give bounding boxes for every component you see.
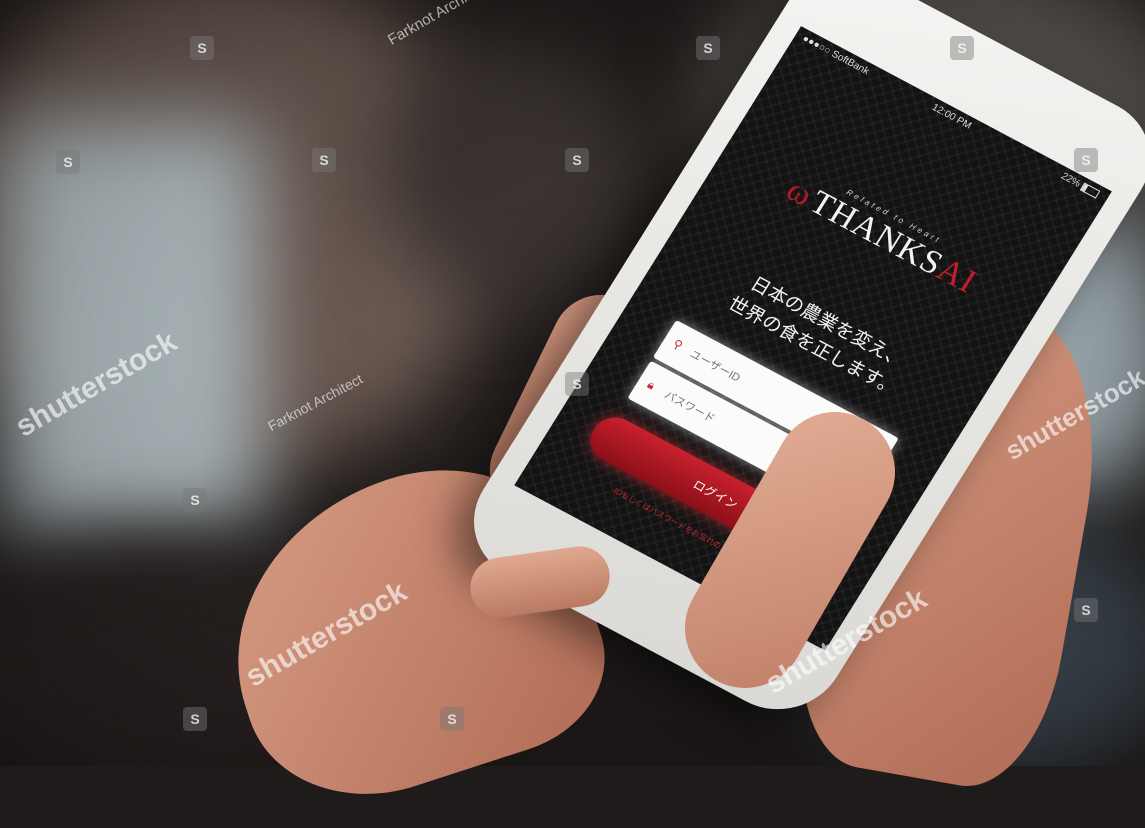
battery-percent: 22% (1058, 170, 1083, 190)
watermark-logo-icon: S (56, 150, 80, 174)
watermark-logo-icon: S (312, 148, 336, 172)
battery-indicator: 22% (1059, 171, 1101, 200)
watermark-logo-icon: S (950, 36, 974, 60)
watermark-logo-icon: S (1074, 148, 1098, 172)
watermark-logo-icon: S (696, 36, 720, 60)
logo-tagline: Related to Heart (844, 187, 944, 246)
watermark-logo-icon: S (1074, 598, 1098, 622)
watermark-logo-icon: S (183, 488, 207, 512)
watermark-logo-icon: S (183, 707, 207, 731)
watermark-logo-icon: S (190, 36, 214, 60)
user-icon: ⚲ (670, 336, 686, 353)
logo-wordmark: THANKSAI (803, 184, 983, 302)
watermark-logo-icon: S (440, 707, 464, 731)
lock-icon: 🔒︎ (644, 377, 658, 393)
watermark-logo-icon: S (565, 372, 589, 396)
watermark-logo-icon: S (565, 148, 589, 172)
